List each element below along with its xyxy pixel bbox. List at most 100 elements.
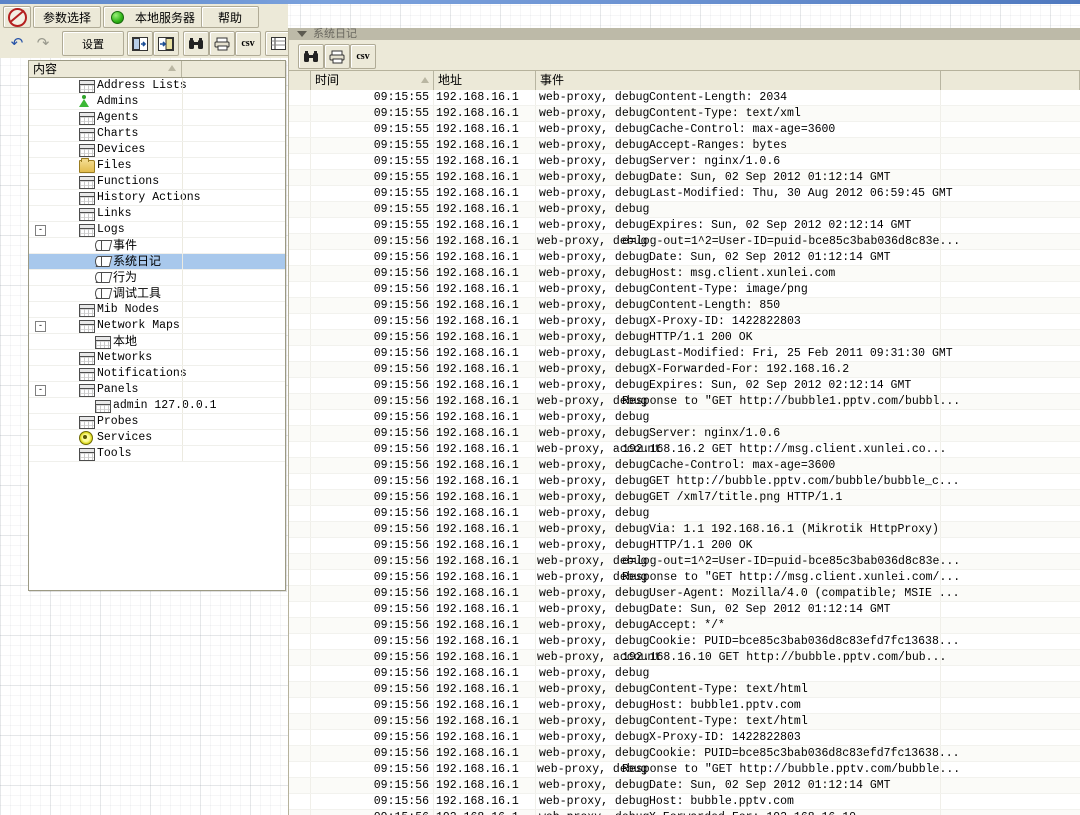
tree-item-admin-127-0-0-1[interactable]: admin 127.0.0.1 xyxy=(29,398,285,414)
tree-item-links[interactable]: Links xyxy=(29,206,285,222)
log-table-row[interactable]: 09:15:55 192.168.16.1 web-proxy, debug Serv… xyxy=(289,154,1080,170)
log-table-row[interactable]: 09:15:56 192.168.16.1 web-proxy, debug Date… xyxy=(289,602,1080,618)
log-column-header-marker[interactable] xyxy=(289,71,311,90)
tree-expander-toggle[interactable]: - xyxy=(35,385,46,396)
tree-item-panels[interactable]: - Panels xyxy=(29,382,285,398)
export-button[interactable] xyxy=(153,31,179,56)
log-table-row[interactable]: 09:15:56 192.168.16.1 web-proxy, debug Cont… xyxy=(289,298,1080,314)
log-column-header-address[interactable]: 地址 xyxy=(434,71,536,90)
log-table-row[interactable]: 09:15:56 192.168.16.1 web-proxy, debug Acce… xyxy=(289,618,1080,634)
log-table-row[interactable]: 09:15:56 192.168.16.1 web-proxy, debug HTTP… xyxy=(289,538,1080,554)
log-table-row[interactable]: 09:15:56 192.168.16.1 web-proxy, debug User… xyxy=(289,586,1080,602)
log-table-row[interactable]: 09:15:56 192.168.16.1 web-proxy, debug GET … xyxy=(289,474,1080,490)
log-table-row[interactable]: 09:15:56 192.168.16.1 web-proxy, debug Expi… xyxy=(289,378,1080,394)
tree-item-network-maps[interactable]: - Network Maps xyxy=(29,318,285,334)
redo-button[interactable]: ↷ xyxy=(30,31,56,56)
log-table-row[interactable]: 09:15:55 192.168.16.1 web-proxy, debug Expi… xyxy=(289,218,1080,234)
log-table-row[interactable]: 09:15:56 192.168.16.1 web-proxy, debug Host… xyxy=(289,266,1080,282)
log-table-row[interactable]: 09:15:56 192.168.16.1 web-proxy, account 19… xyxy=(289,442,1080,458)
log-table-row[interactable]: 09:15:56 192.168.16.1 web-proxy, debug GET … xyxy=(289,490,1080,506)
log-table-row[interactable]: 09:15:55 192.168.16.1 web-proxy, debug Cont… xyxy=(289,90,1080,106)
tree-item-label: Charts xyxy=(97,127,139,140)
tree-item-[interactable]: 本地 xyxy=(29,334,285,350)
find-button[interactable] xyxy=(183,31,209,56)
import-button[interactable] xyxy=(127,31,153,56)
tree-column-header-content[interactable]: 内容 xyxy=(29,61,182,77)
log-table-row[interactable]: 09:15:56 192.168.16.1 web-proxy, debug Cont… xyxy=(289,714,1080,730)
tree-item-admins[interactable]: Admins xyxy=(29,94,285,110)
log-table-row[interactable]: 09:15:56 192.168.16.1 web-proxy, debug Cook… xyxy=(289,746,1080,762)
log-print-button[interactable] xyxy=(324,44,350,69)
log-table-row[interactable]: 09:15:55 192.168.16.1 web-proxy, debug Date… xyxy=(289,170,1080,186)
tree-item-files[interactable]: Files xyxy=(29,158,285,174)
log-table-row[interactable]: 09:15:56 192.168.16.1 web-proxy, debug Host… xyxy=(289,698,1080,714)
log-table-row[interactable]: 09:15:56 192.168.16.1 web-proxy, debug Cook… xyxy=(289,634,1080,650)
csv-export-button[interactable]: csv xyxy=(235,31,261,56)
log-table-row[interactable]: 09:15:56 192.168.16.1 web-proxy, debug HTTP… xyxy=(289,330,1080,346)
log-column-header-event[interactable]: 事件 xyxy=(536,71,941,90)
tree-item-charts[interactable]: Charts xyxy=(29,126,285,142)
log-table-row[interactable]: 09:15:56 192.168.16.1 web-proxy, debug Last… xyxy=(289,346,1080,362)
log-table-row[interactable]: 09:15:56 192.168.16.1 web-proxy, debug Cont… xyxy=(289,682,1080,698)
log-table-row[interactable]: 09:15:56 192.168.16.1 web-proxy, account 19… xyxy=(289,650,1080,666)
tree-item-logs[interactable]: - Logs xyxy=(29,222,285,238)
log-column-header-time[interactable]: 时间 xyxy=(311,71,434,90)
tree-item-history-actions[interactable]: History Actions xyxy=(29,190,285,206)
print-button[interactable] xyxy=(209,31,235,56)
log-csv-button[interactable]: csv xyxy=(350,44,376,69)
log-table-row[interactable]: 09:15:55 192.168.16.1 web-proxy, debug xyxy=(289,202,1080,218)
stop-button[interactable] xyxy=(3,6,31,28)
log-table-row[interactable]: 09:15:56 192.168.16.1 web-proxy, debug Date… xyxy=(289,250,1080,266)
tree-item-tools[interactable]: Tools xyxy=(29,446,285,462)
tree-expander-toggle[interactable]: - xyxy=(35,225,46,236)
log-find-button[interactable] xyxy=(298,44,324,69)
tree-expander-toggle[interactable]: - xyxy=(35,321,46,332)
tree-item-[interactable]: 行为 xyxy=(29,270,285,286)
log-table-row[interactable]: 09:15:56 192.168.16.1 web-proxy, debug Host… xyxy=(289,794,1080,810)
tree-item-probes[interactable]: Probes xyxy=(29,414,285,430)
tree-item-[interactable]: 事件 xyxy=(29,238,285,254)
log-table-row[interactable]: 09:15:56 192.168.16.1 web-proxy, debug X-Pr… xyxy=(289,314,1080,330)
log-table-row[interactable]: 09:15:56 192.168.16.1 web-proxy, debug xyxy=(289,410,1080,426)
settings-button[interactable]: 设置 xyxy=(62,31,124,56)
log-column-divider xyxy=(433,298,434,313)
tree-item-[interactable]: 调试工具 xyxy=(29,286,285,302)
log-table-row[interactable]: 09:15:56 192.168.16.1 web-proxy, debug xyxy=(289,506,1080,522)
log-table-row[interactable]: 09:15:56 192.168.16.1 web-proxy, debug Cont… xyxy=(289,282,1080,298)
tree-item-networks[interactable]: Networks xyxy=(29,350,285,366)
log-table-row[interactable]: 09:15:56 192.168.16.1 web-proxy, debug Resp… xyxy=(289,570,1080,586)
log-table-row[interactable]: 09:15:55 192.168.16.1 web-proxy, debug Last… xyxy=(289,186,1080,202)
log-table-row[interactable]: 09:15:56 192.168.16.1 web-proxy, debug X-Pr… xyxy=(289,730,1080,746)
log-cell-topic: web-proxy, debug xyxy=(539,507,650,520)
tree-item-notifications[interactable]: Notifications xyxy=(29,366,285,382)
caret-down-icon[interactable] xyxy=(297,31,307,37)
log-table-row[interactable]: 09:15:56 192.168.16.1 web-proxy, debug e=lo… xyxy=(289,234,1080,250)
tree-item-agents[interactable]: Agents xyxy=(29,110,285,126)
log-table-row[interactable]: 09:15:56 192.168.16.1 web-proxy, debug xyxy=(289,666,1080,682)
local-server-button[interactable]: 本地服务器 xyxy=(103,6,213,28)
log-table-row[interactable]: 09:15:55 192.168.16.1 web-proxy, debug Cont… xyxy=(289,106,1080,122)
tree-item-address-lists[interactable]: Address Lists xyxy=(29,78,285,94)
log-table-row[interactable]: 09:15:56 192.168.16.1 web-proxy, debug Via:… xyxy=(289,522,1080,538)
log-table-row[interactable]: 09:15:56 192.168.16.1 web-proxy, debug Resp… xyxy=(289,394,1080,410)
log-table-row[interactable]: 09:15:56 192.168.16.1 web-proxy, debugX-Fo… xyxy=(289,810,1080,815)
tree-item-devices[interactable]: Devices xyxy=(29,142,285,158)
help-button[interactable]: 帮助 xyxy=(201,6,259,28)
log-table-row[interactable]: 09:15:56 192.168.16.1 web-proxy, debugX-Fo… xyxy=(289,362,1080,378)
log-table-row[interactable]: 09:15:55 192.168.16.1 web-proxy, debug Cach… xyxy=(289,122,1080,138)
tree-item-mib-nodes[interactable]: Mib Nodes xyxy=(29,302,285,318)
log-table-row[interactable]: 09:15:55 192.168.16.1 web-proxy, debug Acce… xyxy=(289,138,1080,154)
tree-item-functions[interactable]: Functions xyxy=(29,174,285,190)
tree-item-[interactable]: 系统日记 xyxy=(29,254,285,270)
tree-item-services[interactable]: Services xyxy=(29,430,285,446)
log-column-header-address-label: 地址 xyxy=(438,73,463,87)
params-button[interactable]: 参数选择 xyxy=(33,6,101,28)
undo-button[interactable]: ↶ xyxy=(4,31,30,56)
log-table-row[interactable]: 09:15:56 192.168.16.1 web-proxy, debug Date… xyxy=(289,778,1080,794)
log-table-row[interactable]: 09:15:56 192.168.16.1 web-proxy, debug Serv… xyxy=(289,426,1080,442)
log-table-row[interactable]: 09:15:56 192.168.16.1 web-proxy, debug e=lo… xyxy=(289,554,1080,570)
log-column-header-extra[interactable] xyxy=(941,71,1080,90)
tree-column-header-blank[interactable] xyxy=(182,61,286,77)
log-table-row[interactable]: 09:15:56 192.168.16.1 web-proxy, debug Resp… xyxy=(289,762,1080,778)
log-table-row[interactable]: 09:15:56 192.168.16.1 web-proxy, debug Cach… xyxy=(289,458,1080,474)
